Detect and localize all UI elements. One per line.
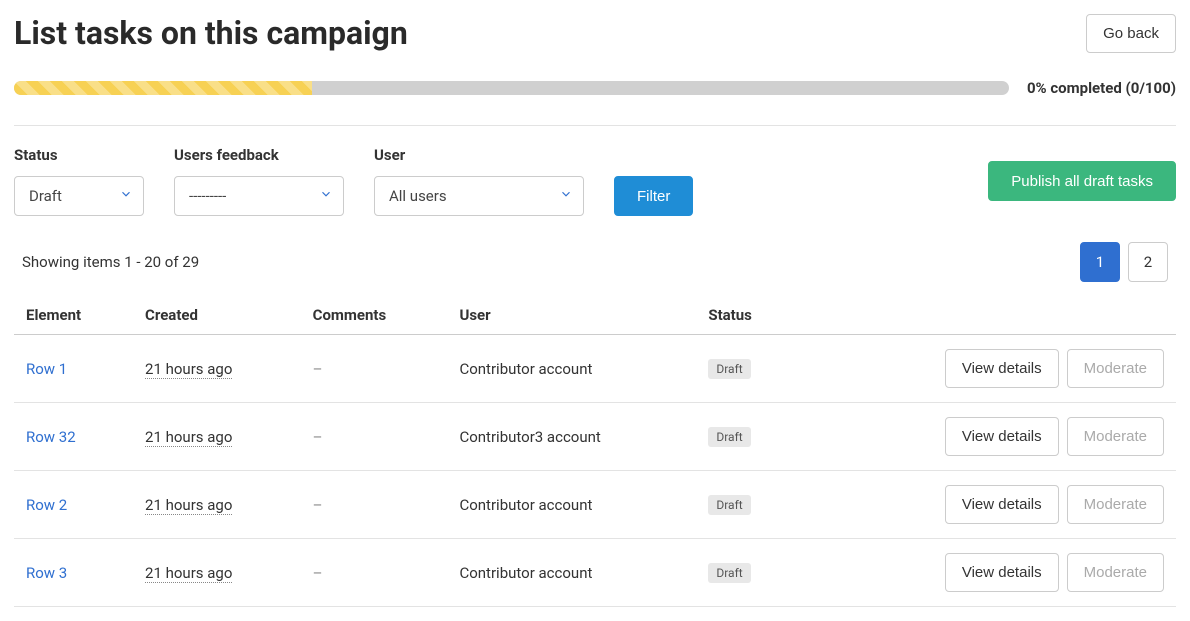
- col-user: User: [447, 296, 696, 335]
- feedback-select-value: ---------: [189, 187, 226, 205]
- created-label: 21 hours ago: [145, 564, 232, 583]
- status-badge: Draft: [708, 359, 750, 379]
- moderate-button[interactable]: Moderate: [1067, 417, 1164, 456]
- feedback-select[interactable]: ---------: [174, 176, 344, 216]
- user-select[interactable]: All users: [374, 176, 584, 216]
- page-button-2[interactable]: 2: [1128, 242, 1168, 282]
- view-details-button[interactable]: View details: [945, 417, 1059, 456]
- table-row: Row 2 21 hours ago – Contributor account Dra…: [14, 471, 1176, 539]
- pagination: 12: [1080, 242, 1168, 282]
- publish-all-button[interactable]: Publish all draft tasks: [988, 161, 1176, 201]
- created-label: 21 hours ago: [145, 360, 232, 379]
- status-badge: Draft: [708, 427, 750, 447]
- chevron-down-icon: [319, 187, 333, 205]
- user-cell: Contributor account: [447, 335, 696, 403]
- comments-dash: –: [313, 496, 323, 514]
- progress-bar: [14, 81, 1009, 95]
- progress-label: 0% completed (0/100): [1027, 79, 1176, 97]
- moderate-button[interactable]: Moderate: [1067, 553, 1164, 592]
- col-created: Created: [133, 296, 301, 335]
- status-filter-label: Status: [14, 146, 144, 164]
- status-badge: Draft: [708, 563, 750, 583]
- user-cell: Contributor account: [447, 471, 696, 539]
- col-comments: Comments: [301, 296, 448, 335]
- status-select-value: Draft: [29, 187, 62, 205]
- col-element: Element: [14, 296, 133, 335]
- filter-button[interactable]: Filter: [614, 176, 693, 216]
- element-link[interactable]: Row 32: [26, 428, 76, 446]
- chevron-down-icon: [119, 187, 133, 205]
- user-filter-label: User: [374, 146, 584, 164]
- view-details-button[interactable]: View details: [945, 553, 1059, 592]
- tasks-table: Element Created Comments User Status Row…: [14, 296, 1176, 607]
- table-row: Row 32 21 hours ago – Contributor3 account D…: [14, 403, 1176, 471]
- col-status: Status: [696, 296, 798, 335]
- chevron-down-icon: [559, 187, 573, 205]
- comments-dash: –: [313, 428, 323, 446]
- element-link[interactable]: Row 1: [26, 360, 67, 378]
- go-back-button[interactable]: Go back: [1086, 14, 1176, 53]
- moderate-button[interactable]: Moderate: [1067, 485, 1164, 524]
- user-cell: Contributor3 account: [447, 403, 696, 471]
- page-title: List tasks on this campaign: [14, 14, 408, 52]
- table-row: Row 3 21 hours ago – Contributor account Dra…: [14, 539, 1176, 607]
- element-link[interactable]: Row 3: [26, 564, 67, 582]
- page-button-1[interactable]: 1: [1080, 242, 1120, 282]
- showing-items: Showing items 1 - 20 of 29: [22, 253, 199, 271]
- created-label: 21 hours ago: [145, 428, 232, 447]
- progress-fill: [14, 81, 312, 95]
- user-cell: Contributor account: [447, 539, 696, 607]
- user-select-value: All users: [389, 187, 447, 205]
- col-actions: [798, 296, 1176, 335]
- moderate-button[interactable]: Moderate: [1067, 349, 1164, 388]
- table-row: Row 1 21 hours ago – Contributor account Dra…: [14, 335, 1176, 403]
- comments-dash: –: [313, 360, 323, 378]
- view-details-button[interactable]: View details: [945, 485, 1059, 524]
- element-link[interactable]: Row 2: [26, 496, 67, 514]
- feedback-filter-label: Users feedback: [174, 146, 344, 164]
- progress-stripes: [14, 81, 312, 95]
- created-label: 21 hours ago: [145, 496, 232, 515]
- comments-dash: –: [313, 564, 323, 582]
- view-details-button[interactable]: View details: [945, 349, 1059, 388]
- status-select[interactable]: Draft: [14, 176, 144, 216]
- divider: [14, 125, 1176, 126]
- status-badge: Draft: [708, 495, 750, 515]
